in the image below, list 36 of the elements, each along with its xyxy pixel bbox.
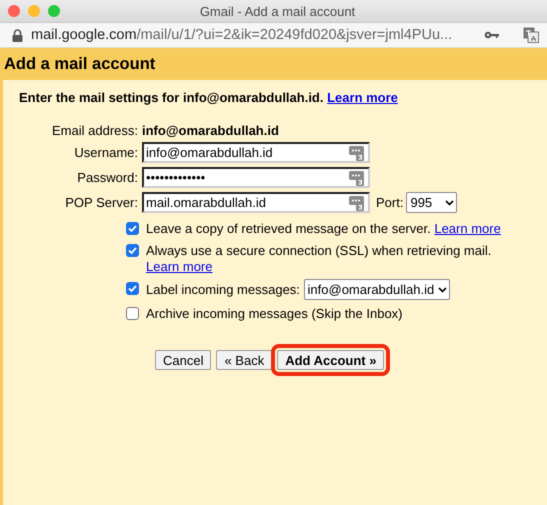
option-label: Archive incoming messages (Skip the Inbox) [146,306,403,321]
intro-text: Enter the mail settings for info@omarabdullah.id. [19,90,324,105]
input-field[interactable]: ••••••••••••• [142,167,370,188]
dialog-button[interactable]: Cancel [155,350,212,370]
port-dropdown[interactable]: 995 [406,192,458,213]
checkbox[interactable] [126,222,139,235]
option-label: Leave a copy of retrieved message on the server. [146,221,431,236]
option-label: Label incoming messages: [146,282,300,297]
key-icon[interactable] [484,31,499,39]
field-label: Password: [76,170,138,185]
window-title: Gmail - Add a mail account [198,4,356,18]
field-label: Username: [73,145,138,160]
learn-more-link[interactable]: Learn more [434,221,501,236]
translate-icon[interactable] [523,27,539,43]
input-field[interactable]: info@omarabdullah.id [142,142,370,163]
option-label: Always use a secure connection (SSL) when retrieving mail. [146,243,492,258]
port-label: Port: [376,195,404,210]
password-manager-icon[interactable] [349,144,365,160]
learn-more-link[interactable]: Learn more [327,90,398,105]
learn-more-link[interactable]: Learn more [146,259,212,274]
checkbox[interactable] [126,307,139,320]
field-label: Email address: [51,123,138,138]
label-dropdown[interactable]: info@omarabdullah.id [304,279,450,300]
email-address: info@omarabdullah.id [142,123,279,138]
dialog-button[interactable]: « Back [216,350,272,370]
checkbox[interactable] [126,282,139,295]
lock-icon [12,28,23,42]
close-icon[interactable] [8,5,20,17]
checkbox[interactable] [126,244,139,257]
caret-icon [438,286,448,292]
caret-icon [445,200,454,206]
password-manager-icon[interactable] [349,170,365,186]
field-label: POP Server: [64,195,138,210]
input-field[interactable]: mail.omarabdullah.id [142,192,370,213]
dialog-title: Add a mail account [0,48,547,80]
password-manager-icon[interactable] [349,194,365,210]
